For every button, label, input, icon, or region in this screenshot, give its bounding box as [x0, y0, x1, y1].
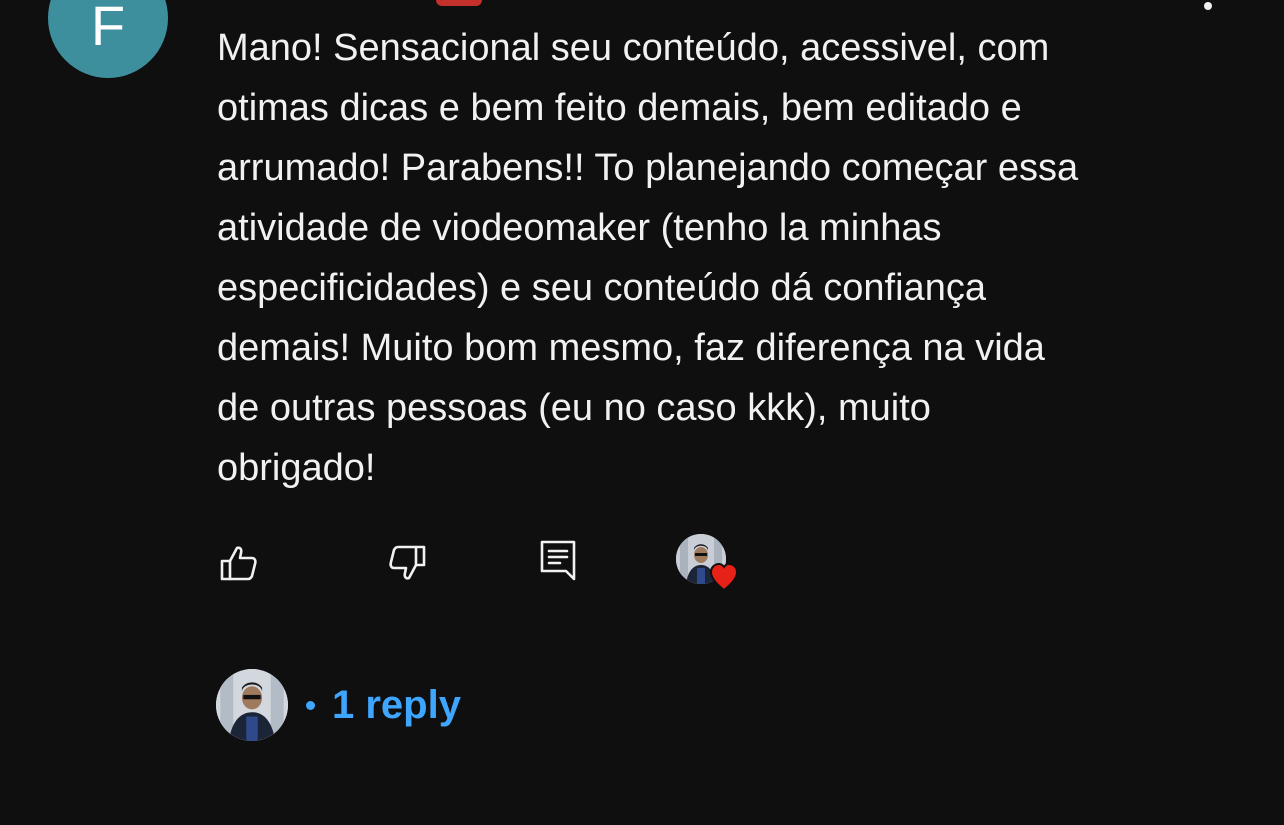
reply-button[interactable] [536, 536, 580, 584]
view-replies-button[interactable]: 1 reply [216, 668, 461, 742]
like-button[interactable] [214, 540, 264, 586]
comment-reply-icon [540, 540, 576, 581]
reply-indicator-dot [306, 700, 315, 710]
reply-author-avatar [216, 669, 288, 741]
heart-icon [709, 562, 739, 592]
creator-heart [676, 534, 740, 594]
reply-count-label[interactable]: 1 reply [332, 685, 461, 725]
dislike-button[interactable] [382, 540, 432, 586]
more-options-icon[interactable] [1204, 2, 1212, 10]
commenter-avatar[interactable]: F [48, 0, 168, 78]
thumbs-up-icon [220, 546, 257, 581]
commenter-initial: F [90, 0, 126, 57]
comment-text: Mano! Sensacional seu conteúdo, acessive… [217, 27, 1079, 489]
thumbs-down-icon [389, 545, 426, 580]
author-badge [436, 0, 482, 6]
